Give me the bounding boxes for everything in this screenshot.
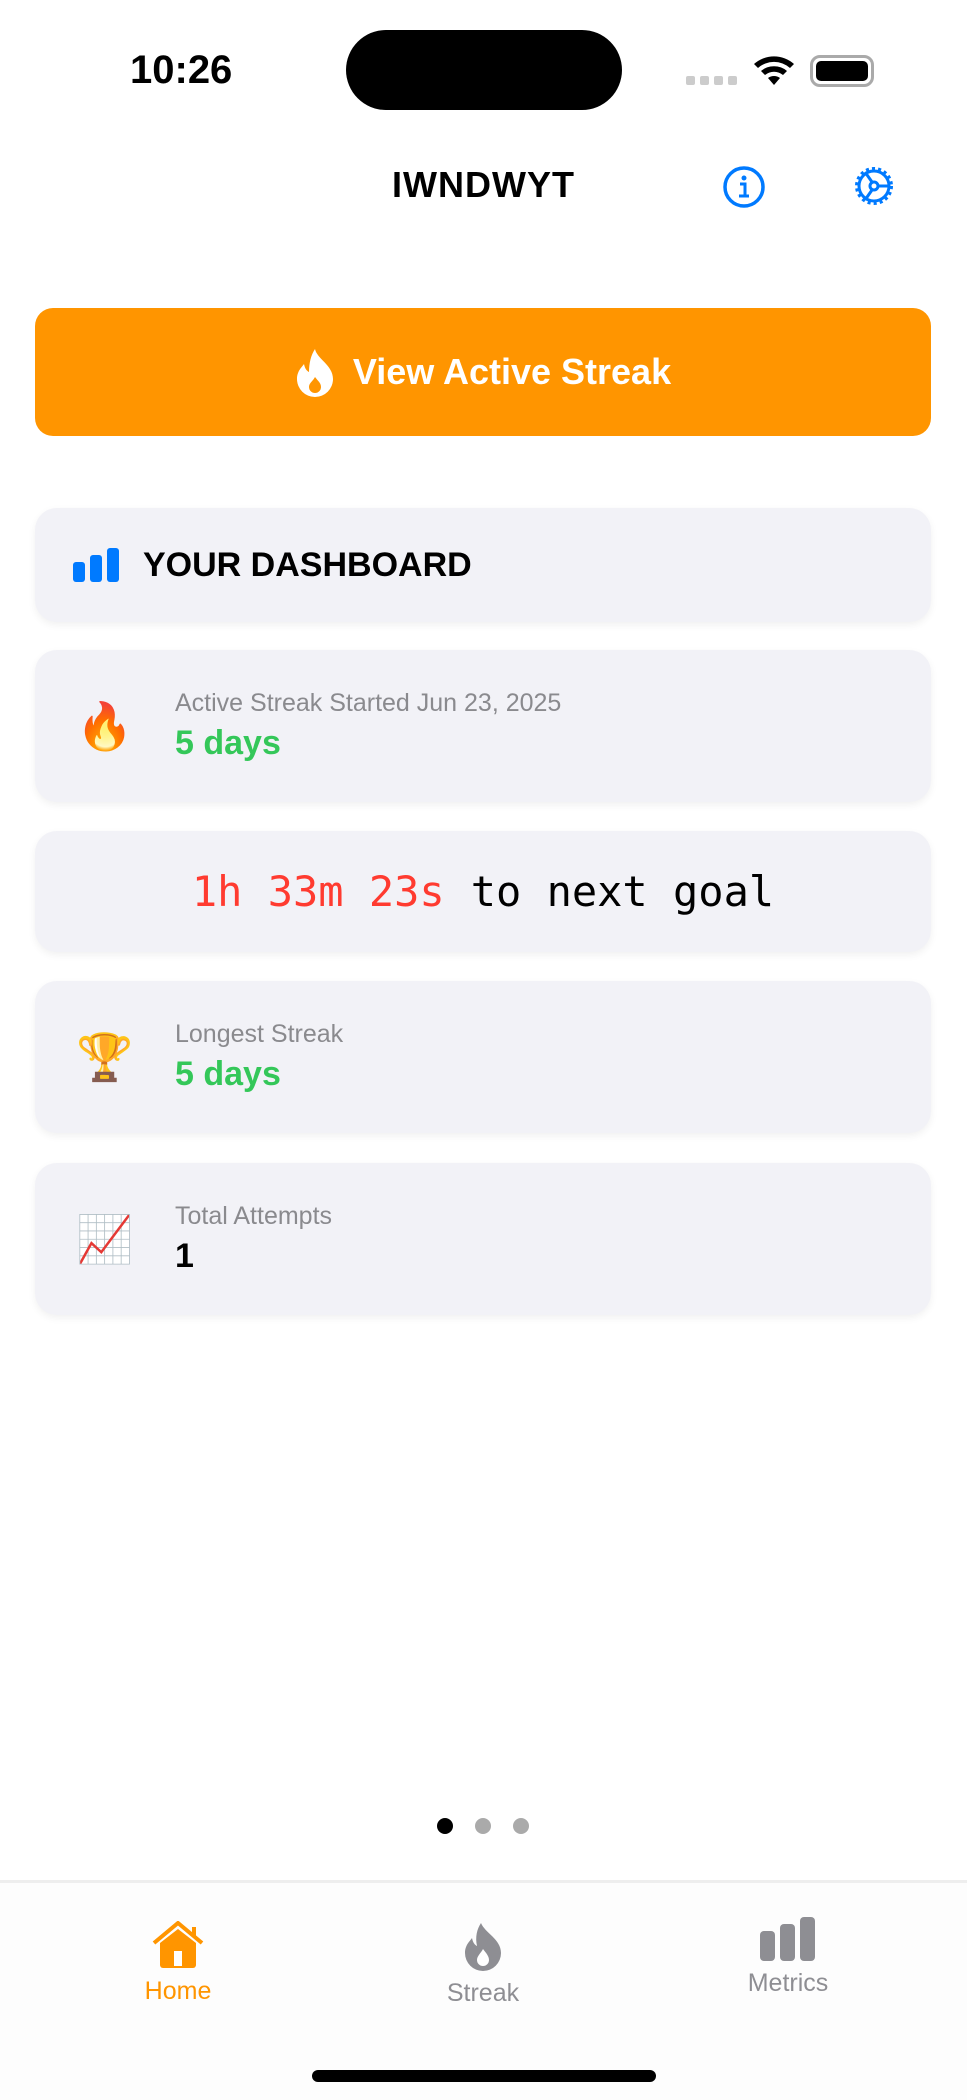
trophy-icon: 🏆 bbox=[76, 1030, 134, 1083]
countdown-value: 1h 33m 23s bbox=[191, 867, 445, 916]
chart-increasing-icon: 📈 bbox=[76, 1212, 134, 1265]
page-dot[interactable] bbox=[437, 1818, 453, 1834]
tab-streak[interactable]: Streak bbox=[383, 1921, 583, 2008]
active-streak-label: Active Streak Started Jun 23, 2025 bbox=[175, 689, 562, 717]
wifi-icon bbox=[754, 56, 794, 85]
settings-gear-icon[interactable] bbox=[852, 163, 896, 209]
page-indicator[interactable] bbox=[437, 1818, 529, 1834]
dashboard-header-card: YOUR DASHBOARD bbox=[35, 508, 931, 622]
bar-chart-icon bbox=[73, 548, 119, 582]
house-icon bbox=[152, 1921, 204, 1968]
tab-bar: Home Streak Metrics bbox=[0, 1880, 967, 2100]
longest-streak-value: 5 days bbox=[175, 1055, 281, 1093]
cta-label: View Active Streak bbox=[352, 351, 672, 392]
flame-icon bbox=[465, 1923, 501, 1971]
dashboard-heading: YOUR DASHBOARD bbox=[143, 545, 472, 584]
home-indicator[interactable] bbox=[312, 2070, 656, 2082]
tab-streak-label: Streak bbox=[446, 1979, 520, 2007]
countdown-suffix: to next goal bbox=[470, 867, 775, 916]
active-streak-value: 5 days bbox=[175, 724, 281, 762]
bar-chart-icon bbox=[760, 1917, 815, 1961]
total-attempts-value: 1 bbox=[175, 1237, 194, 1275]
total-attempts-label: Total Attempts bbox=[175, 1202, 333, 1230]
info-icon[interactable] bbox=[722, 165, 766, 209]
status-time: 10:26 bbox=[130, 48, 233, 92]
fire-icon: 🔥 bbox=[76, 699, 134, 752]
dynamic-island bbox=[346, 30, 622, 110]
page-dot[interactable] bbox=[513, 1818, 529, 1834]
longest-streak-label: Longest Streak bbox=[175, 1020, 344, 1048]
tab-home-label: Home bbox=[144, 1977, 212, 2005]
flame-icon bbox=[296, 349, 333, 397]
total-attempts-card: 📈 Total Attempts 1 bbox=[35, 1163, 931, 1315]
page-dot[interactable] bbox=[475, 1818, 491, 1834]
tab-home[interactable]: Home bbox=[78, 1921, 278, 2006]
view-active-streak-button[interactable]: View Active Streak bbox=[35, 308, 931, 436]
page-title: IWNDWYT bbox=[392, 164, 575, 205]
battery-icon bbox=[810, 55, 874, 87]
cellular-signal-icon bbox=[686, 76, 737, 85]
active-streak-card: 🔥 Active Streak Started Jun 23, 2025 5 da… bbox=[35, 650, 931, 802]
next-goal-timer-card: 1h 33m 23s to next goal bbox=[35, 831, 931, 952]
tab-metrics[interactable]: Metrics bbox=[688, 1917, 888, 1998]
longest-streak-card: 🏆 Longest Streak 5 days bbox=[35, 981, 931, 1133]
tab-metrics-label: Metrics bbox=[747, 1969, 829, 1997]
